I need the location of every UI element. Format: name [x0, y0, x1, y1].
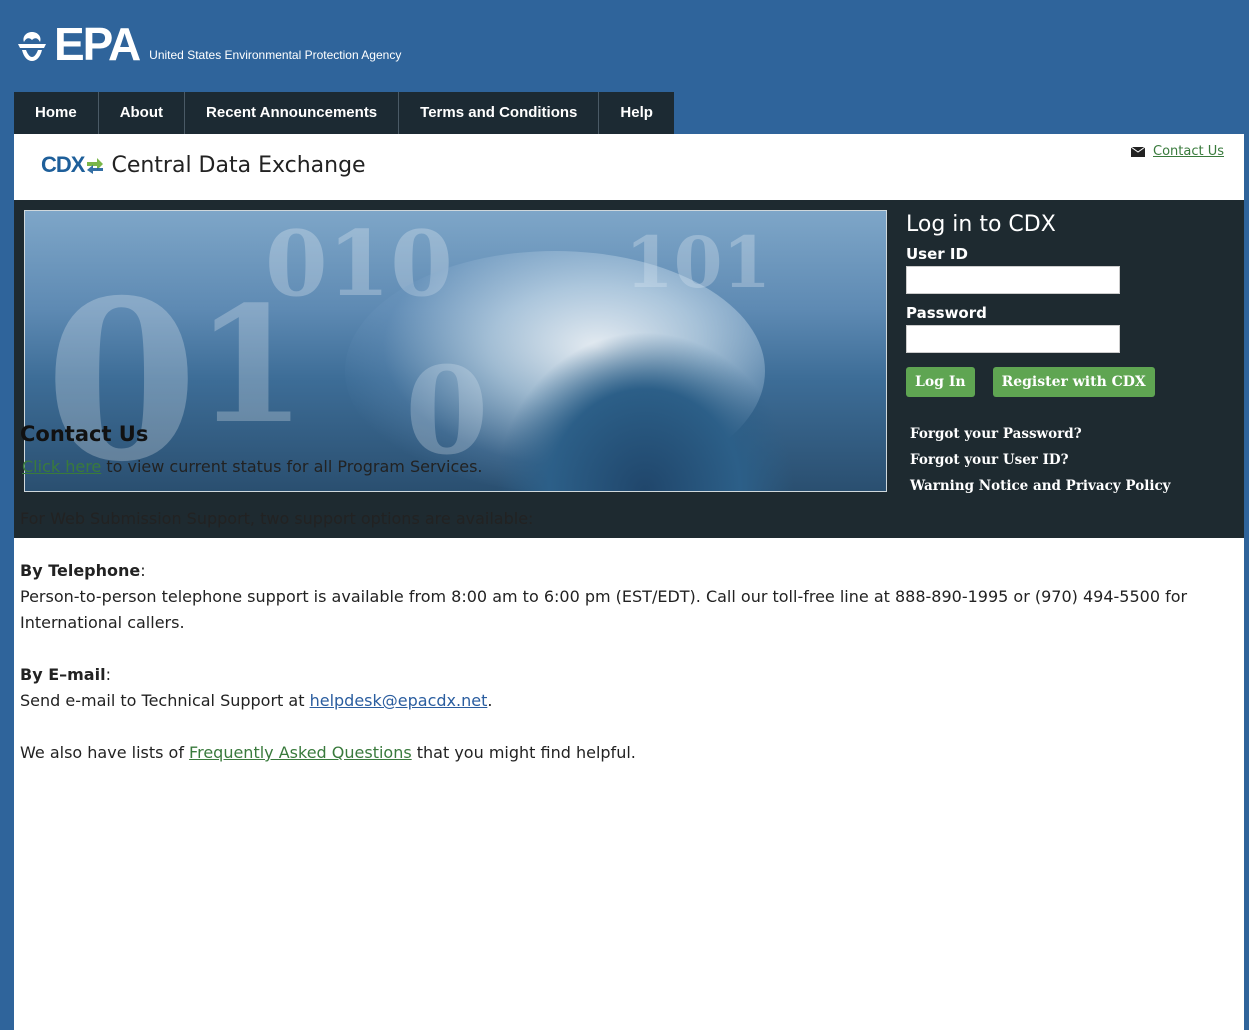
cdx-logo-text: CDX [41, 152, 85, 177]
email-paragraph: Send e-mail to Technical Support at help… [20, 688, 1210, 714]
faq-text-before: We also have lists of [20, 743, 190, 762]
epa-flower-icon [18, 32, 46, 61]
agency-name: United States Environmental Protection A… [149, 48, 402, 62]
register-button[interactable]: Register with CDX [992, 367, 1155, 397]
login-title: Log in to CDX [906, 212, 1056, 237]
nav-item-recent-announcements[interactable]: Recent Announcements [185, 92, 400, 134]
telephone-heading-text: By Telephone [20, 561, 141, 580]
status-text: to view current status for all Program S… [101, 457, 483, 476]
telephone-text: Person-to-person telephone support is av… [20, 587, 1188, 632]
email-text-before: Send e-mail to Technical Support at [20, 691, 310, 710]
email-heading: By E–mail: [20, 665, 111, 684]
email-text-after: . [487, 691, 493, 710]
site-title-bar: CDX Central Data Exchange Contact Us [14, 134, 1244, 200]
faq-link[interactable]: Frequently Asked Questions [189, 743, 412, 762]
epa-wordmark: EPA [54, 18, 141, 70]
log-in-button[interactable]: Log In [906, 367, 975, 397]
telephone-heading: By Telephone: [20, 561, 146, 580]
login-buttons: Log In Register with CDX [906, 367, 1226, 397]
nav-item-help[interactable]: Help [599, 92, 674, 134]
cdx-arrow-icon [87, 158, 104, 174]
intro-paragraph: For Web Submission Support, two support … [20, 509, 534, 528]
user-id-label: User ID [906, 245, 968, 263]
helpdesk-email-link[interactable]: helpdesk@epacdx.net [310, 691, 488, 710]
envelope-icon [1131, 146, 1145, 157]
faq-text-after: that you might find helpful. [411, 743, 636, 762]
page-heading: Contact Us [20, 422, 149, 446]
password-label: Password [906, 304, 987, 322]
nav-item-about[interactable]: About [99, 92, 186, 134]
header-contact: Contact Us [1131, 144, 1224, 159]
nav-item-home[interactable]: Home [14, 92, 99, 134]
faq-paragraph: We also have lists of Frequently Asked Q… [20, 740, 1210, 766]
user-id-input[interactable] [906, 266, 1120, 294]
status-paragraph: Click here to view current status for al… [22, 454, 1210, 480]
nav-item-terms-and-conditions[interactable]: Terms and Conditions [399, 92, 600, 134]
email-heading-text: By E–mail [20, 665, 106, 684]
site-title: Central Data Exchange [111, 152, 366, 178]
main-nav: Home About Recent Announcements Terms an… [14, 92, 674, 134]
status-link[interactable]: Click here [22, 457, 101, 476]
main-content: Contact Us Click here to view current st… [20, 422, 1210, 766]
epa-header: EPA United States Environmental Protecti… [0, 0, 1249, 92]
contact-us-link[interactable]: Contact Us [1153, 144, 1224, 159]
password-input[interactable] [906, 325, 1120, 353]
epa-logo[interactable]: EPA United States Environmental Protecti… [14, 18, 402, 70]
cdx-logo[interactable]: CDX Central Data Exchange [41, 152, 366, 178]
